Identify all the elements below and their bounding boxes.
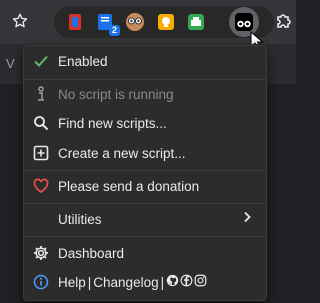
search-icon: [33, 115, 49, 131]
check-icon: [33, 53, 49, 69]
facebook-icon[interactable]: [180, 274, 193, 290]
blue-document-extension-icon[interactable]: 2: [94, 11, 120, 36]
donation-item[interactable]: Please send a donation: [24, 172, 266, 200]
face-extension-icon[interactable]: [124, 11, 146, 33]
menu-divider: [24, 170, 266, 171]
no-script-item: No script is running: [24, 80, 266, 108]
gear-icon: [33, 245, 49, 261]
create-new-script-label: Create a new script...: [58, 145, 186, 161]
changelog-link[interactable]: Changelog: [93, 275, 158, 290]
menu-divider: [24, 203, 266, 204]
divider-text: |: [87, 274, 92, 290]
dashboard-label: Dashboard: [58, 245, 125, 261]
github-icon[interactable]: [166, 274, 179, 290]
no-script-label: No script is running: [58, 86, 174, 102]
utilities-item[interactable]: Utilities: [24, 205, 266, 233]
tampermonkey-menu: Enabled No script is running Find new sc…: [23, 45, 267, 301]
heart-icon: [33, 178, 49, 194]
star-outline-icon[interactable]: [8, 9, 32, 33]
enabled-toggle[interactable]: Enabled: [24, 47, 266, 75]
add-box-icon: [33, 145, 49, 161]
extension-badge: 2: [108, 25, 120, 36]
help-link[interactable]: Help: [58, 275, 86, 290]
enabled-label: Enabled: [58, 53, 108, 69]
green-printer-extension-icon[interactable]: [185, 11, 207, 33]
utilities-label: Utilities: [58, 211, 102, 227]
create-new-script-item[interactable]: Create a new script...: [24, 139, 266, 167]
help-row: Help | Changelog |: [24, 268, 266, 296]
extensions-puzzle-icon[interactable]: [274, 11, 294, 31]
dashboard-item[interactable]: Dashboard: [24, 239, 266, 267]
instagram-icon[interactable]: [194, 274, 207, 290]
script-info-icon: [33, 86, 49, 102]
find-new-scripts-label: Find new scripts...: [58, 115, 167, 131]
donation-label: Please send a donation: [58, 178, 200, 194]
help-links: Help | Changelog |: [58, 274, 207, 290]
red-extension-icon[interactable]: [64, 11, 86, 33]
browser-toolbar: 2: [0, 0, 296, 51]
page-left-text: V: [6, 56, 15, 71]
chevron-right-icon: [242, 210, 252, 228]
menu-divider: [24, 236, 266, 237]
info-icon: [33, 274, 49, 290]
find-new-scripts-item[interactable]: Find new scripts...: [24, 109, 266, 137]
extensions-tray: 2: [54, 6, 274, 51]
yellow-bulb-extension-icon[interactable]: [155, 11, 177, 33]
divider-text: |: [160, 274, 165, 290]
